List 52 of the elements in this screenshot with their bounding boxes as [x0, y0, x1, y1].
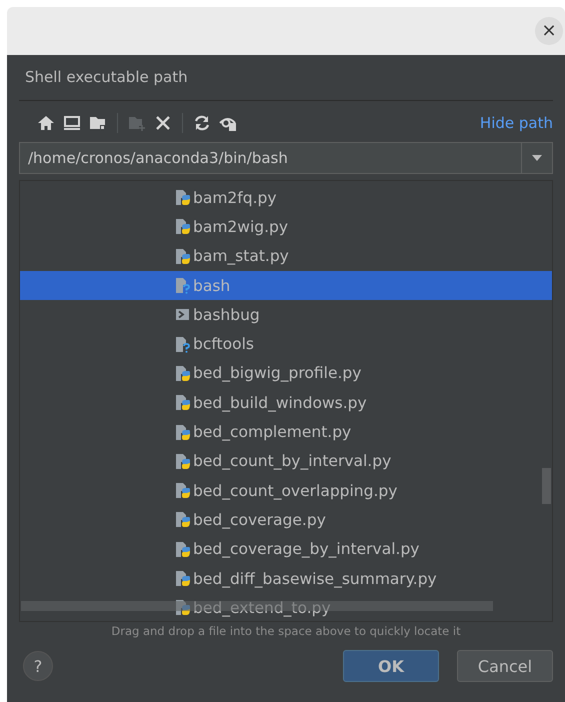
close-button[interactable]: ×: [535, 17, 563, 45]
path-field[interactable]: /home/cronos/anaconda3/bin/bash: [19, 142, 521, 174]
file-row[interactable]: bam2wig.py: [20, 212, 552, 242]
scrollbar-thumb[interactable]: [542, 468, 551, 504]
file-name: bed_bigwig_profile.py: [193, 364, 362, 382]
python-file-icon: [175, 482, 191, 500]
file-name: bam_stat.py: [193, 247, 289, 266]
hint-text: Drag and drop a file into the space above to quickly locate it: [110, 624, 462, 638]
python-file-icon: [175, 570, 191, 587]
unknown-file-icon: [175, 277, 191, 294]
python-file-icon: [175, 218, 191, 236]
file-row[interactable]: bed_coverage_by_interval.py: [20, 534, 552, 564]
file-row[interactable]: bam2fq.py: [20, 183, 552, 212]
file-row[interactable]: bed_coverage.py: [20, 505, 552, 535]
file-row[interactable]: bed_count_overlapping.py: [20, 476, 552, 506]
python-file-icon: [175, 189, 191, 206]
help-button[interactable]: ?: [23, 651, 53, 681]
python-file-icon: [175, 511, 191, 528]
file-row[interactable]: bcftools: [20, 329, 552, 359]
python-file-icon: [175, 424, 191, 441]
file-name: bed_coverage.py: [193, 510, 326, 529]
hide-path-link[interactable]: Hide path: [480, 114, 553, 132]
file-name: bam2wig.py: [193, 218, 288, 236]
file-name: bed_count_overlapping.py: [193, 482, 398, 500]
file-row[interactable]: bed_bigwig_profile.py: [20, 358, 552, 388]
file-row[interactable]: bed_build_windows.py: [20, 388, 552, 418]
file-name: bed_coverage_by_interval.py: [193, 540, 420, 558]
python-file-icon: [175, 364, 191, 382]
python-file-icon: [175, 394, 191, 412]
file-name: bcftools: [193, 335, 254, 354]
ok-button[interactable]: OK: [343, 650, 439, 682]
file-name: bed_build_windows.py: [193, 394, 367, 412]
python-file-icon: [175, 248, 191, 265]
file-name: bashbug: [193, 306, 260, 324]
python-file-icon: [175, 452, 191, 470]
file-row[interactable]: bash: [20, 270, 552, 300]
file-name: bed_complement.py: [193, 423, 352, 442]
file-row[interactable]: bed_complement.py: [20, 417, 552, 447]
file-name: bed_count_by_interval.py: [193, 452, 392, 470]
file-row[interactable]: bed_count_by_interval.py: [20, 446, 552, 476]
file-row[interactable]: bed_diff_basewise_summary.py: [20, 564, 552, 594]
file-name: bed_diff_basewise_summary.py: [193, 570, 437, 588]
unknown-file-icon: [175, 336, 191, 353]
dialog-title: Shell executable path: [25, 68, 189, 88]
file-row[interactable]: bashbug: [20, 300, 552, 330]
file-row[interactable]: bam_stat.py: [20, 242, 552, 271]
cancel-button[interactable]: Cancel: [457, 650, 553, 682]
file-name: bed_extend_to.py: [193, 598, 331, 617]
file-name: bash: [193, 276, 230, 295]
file-name: bam2fq.py: [193, 188, 277, 207]
python-file-icon: [175, 599, 191, 616]
python-file-icon: [175, 540, 191, 558]
